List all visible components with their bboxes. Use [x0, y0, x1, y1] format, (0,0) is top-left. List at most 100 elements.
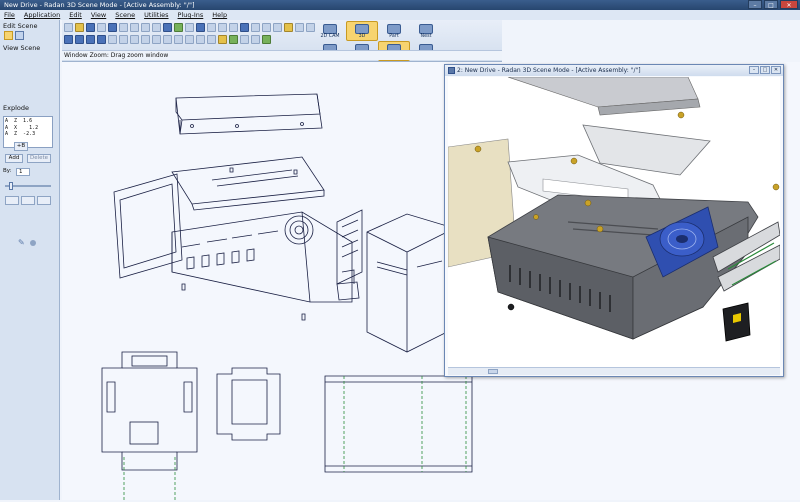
explode-values-box[interactable]: A Z 1.6 A X 1.2 A Z -2.3	[3, 116, 53, 148]
cut-icon[interactable]	[108, 23, 117, 32]
by-input[interactable]: 1	[16, 168, 30, 176]
shaded-assembly-render	[448, 77, 780, 342]
view-front-icon[interactable]	[108, 35, 117, 44]
close-button[interactable]: ✕	[780, 0, 798, 9]
fit-icon[interactable]	[262, 23, 271, 32]
lid-part[interactable]	[175, 93, 323, 135]
save-icon[interactable]	[86, 23, 95, 32]
measure-icon[interactable]	[218, 23, 227, 32]
nav-down-icon[interactable]	[97, 35, 106, 44]
nav-up-icon[interactable]	[86, 35, 95, 44]
explode-slider-thumb[interactable]	[9, 182, 13, 190]
menu-application[interactable]: Application	[24, 10, 60, 20]
scene-window-title: 2: New Drive - Radan 3D Scene Mode - [Ac…	[457, 67, 641, 74]
menu-utilities[interactable]: Utilities	[144, 10, 168, 20]
new-icon[interactable]	[64, 23, 73, 32]
mode-3d-label: 3D	[358, 33, 366, 39]
app-title: New Drive - Radan 3D Scene Mode - [Activ…	[4, 1, 195, 9]
menu-scene[interactable]: Scene	[115, 10, 135, 20]
mode-part[interactable]: Part	[378, 21, 410, 41]
mode-part-label: Part	[389, 33, 399, 39]
target-icon[interactable]	[240, 35, 249, 44]
scene-scroll-thumb[interactable]	[488, 369, 498, 374]
print-icon[interactable]	[97, 23, 106, 32]
edit-scene-move-icon[interactable]	[4, 31, 13, 40]
wrench-icon[interactable]: ✎	[18, 238, 25, 247]
scene-window-controls: – □ ✕	[749, 66, 781, 74]
chassis-part[interactable]	[171, 209, 363, 303]
render-icon[interactable]	[251, 23, 260, 32]
maximize-button[interactable]: □	[764, 0, 778, 9]
edge-icon[interactable]	[185, 35, 194, 44]
delete-button[interactable]: Delete	[27, 154, 51, 163]
connector-part[interactable]	[336, 269, 360, 301]
scene-window-titlebar[interactable]: 2: New Drive - Radan 3D Scene Mode - [Ac…	[445, 65, 783, 76]
view-iso-icon[interactable]	[141, 35, 150, 44]
scene-minimize-button[interactable]: –	[749, 66, 759, 74]
radan-app-icon	[448, 67, 455, 74]
view-icon[interactable]	[240, 23, 249, 32]
mode-nest[interactable]: Nest	[410, 21, 442, 41]
menu-view[interactable]: View	[91, 10, 106, 20]
prompt-text: Window Zoom: Drag zoom window	[64, 52, 169, 59]
flat-pattern-3[interactable]	[324, 375, 473, 473]
power-supply-part[interactable]	[366, 213, 448, 353]
edit-scene-rotate-icon[interactable]	[15, 31, 24, 40]
copy-icon[interactable]	[119, 23, 128, 32]
apply-icon[interactable]	[262, 35, 271, 44]
undo-icon[interactable]	[141, 23, 150, 32]
shaded-lid[interactable]	[507, 77, 701, 116]
plus-icon[interactable]	[196, 35, 205, 44]
panel-button-1[interactable]	[5, 196, 19, 205]
flat-pattern-2[interactable]	[216, 367, 281, 441]
add-button[interactable]: Add	[5, 154, 23, 163]
scene-view-window[interactable]: 2: New Drive - Radan 3D Scene Mode - [Ac…	[444, 64, 784, 377]
layer-icon[interactable]	[174, 23, 183, 32]
bracket-tray-part[interactable]	[171, 156, 325, 211]
view-back-icon[interactable]	[119, 35, 128, 44]
mode-3d[interactable]: 3D	[346, 21, 378, 41]
view-top-icon[interactable]	[130, 35, 139, 44]
panel-button-3[interactable]	[37, 196, 51, 205]
rotate-view-icon[interactable]	[273, 23, 282, 32]
grid-icon[interactable]	[185, 23, 194, 32]
scene-close-button[interactable]: ✕	[771, 66, 781, 74]
mode-2d-cam[interactable]: 2D CAM	[314, 21, 346, 41]
minus-icon[interactable]	[207, 35, 216, 44]
nav-right-icon[interactable]	[75, 35, 84, 44]
minimize-button[interactable]: –	[748, 0, 762, 9]
redo-icon[interactable]	[152, 23, 161, 32]
shaded-3d-viewport[interactable]	[448, 77, 780, 367]
zoom-icon[interactable]	[196, 23, 205, 32]
3d-icon	[355, 23, 369, 34]
draw-icon[interactable]	[163, 23, 172, 32]
pan-icon[interactable]	[207, 23, 216, 32]
panel-button-2[interactable]	[21, 196, 35, 205]
scene-horizontal-scrollbar[interactable]	[448, 367, 780, 375]
explode-step-button[interactable]: +B	[14, 142, 28, 151]
wire-icon[interactable]	[152, 35, 161, 44]
shade-icon[interactable]	[174, 35, 183, 44]
menu-bar: File Application Edit View Scene Utiliti…	[0, 10, 800, 20]
menu-plugins[interactable]: Plug-Ins	[178, 10, 204, 20]
settings-icon[interactable]	[30, 240, 36, 246]
open-icon[interactable]	[75, 23, 84, 32]
stop-icon[interactable]	[251, 35, 260, 44]
app-titlebar: New Drive - Radan 3D Scene Mode - [Activ…	[0, 0, 800, 10]
hidden-icon[interactable]	[163, 35, 172, 44]
pencil-icon[interactable]	[218, 35, 227, 44]
nav-left-icon[interactable]	[64, 35, 73, 44]
menu-help[interactable]: Help	[212, 10, 227, 20]
by-label: By:	[3, 168, 12, 174]
menu-edit[interactable]: Edit	[69, 10, 82, 20]
check-icon[interactable]	[229, 35, 238, 44]
light-icon[interactable]	[284, 23, 293, 32]
scene-maximize-button[interactable]: □	[760, 66, 770, 74]
toolbar-row-1	[64, 23, 315, 32]
paste-icon[interactable]	[130, 23, 139, 32]
properties-icon[interactable]	[229, 23, 238, 32]
menu-file[interactable]: File	[4, 10, 15, 20]
section-icon[interactable]	[295, 23, 304, 32]
flat-pattern-1[interactable]	[101, 351, 198, 500]
shaded-connector[interactable]	[722, 302, 751, 342]
